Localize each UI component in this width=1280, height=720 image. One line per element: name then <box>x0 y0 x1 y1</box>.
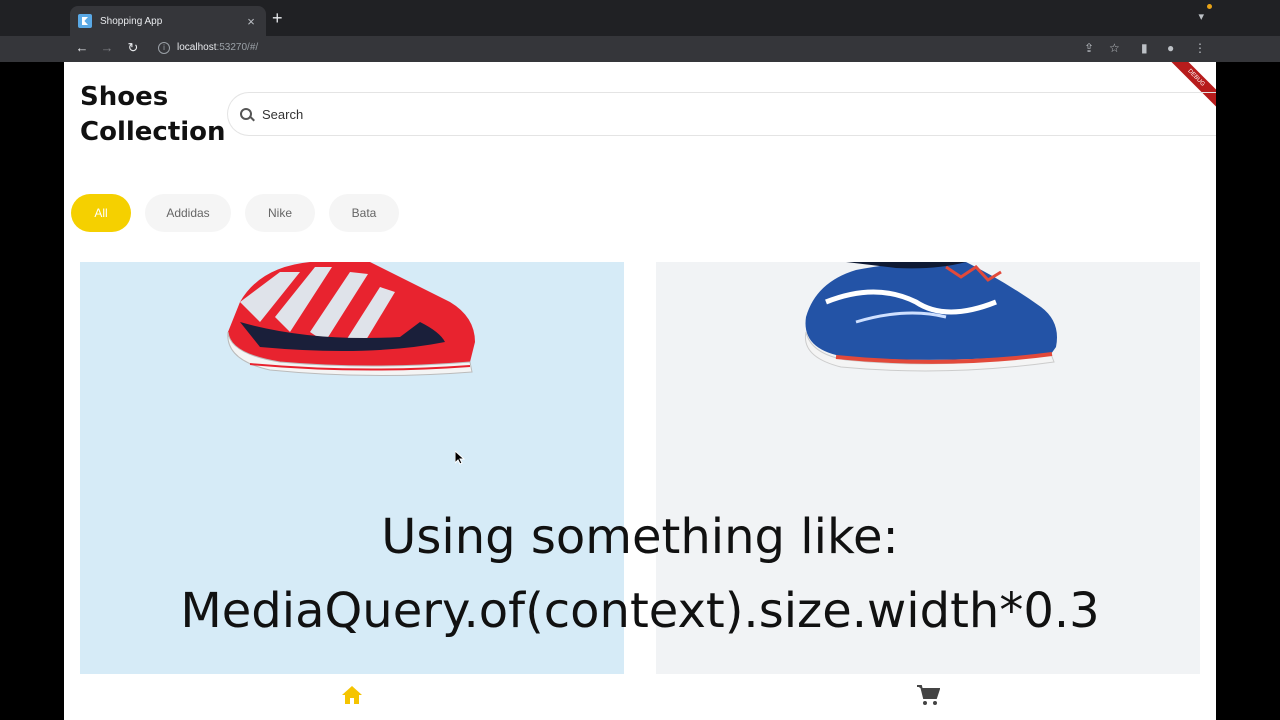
site-info-icon[interactable]: i <box>158 42 170 54</box>
blue-shoe-image <box>804 262 1057 372</box>
search-bar[interactable] <box>227 92 1216 136</box>
browser-menu-icon[interactable]: ⋮ <box>1194 41 1206 55</box>
search-input[interactable] <box>262 106 1062 122</box>
filter-chip-nike[interactable]: Nike <box>245 194 315 232</box>
url-path: :53270/#/ <box>216 42 259 53</box>
flutter-favicon-icon <box>78 14 92 28</box>
filter-chip-bata[interactable]: Bata <box>329 194 399 232</box>
home-icon[interactable] <box>341 684 363 706</box>
tab-search-chevron-icon[interactable]: ▾ <box>1198 10 1204 23</box>
back-arrow-icon[interactable]: ← <box>69 40 95 55</box>
url-host: localhost <box>177 42 217 53</box>
filter-chip-all[interactable]: All <box>71 194 131 232</box>
address-bar[interactable]: localhost:53270/#/ <box>177 42 258 53</box>
side-panel-icon[interactable]: ▮ <box>1141 41 1148 55</box>
new-tab-button[interactable]: + <box>272 9 283 27</box>
browser-tab-bar: Shopping App × + ▾ <box>0 0 1280 36</box>
page-title: Shoes Collection <box>80 82 226 147</box>
video-caption: Using something like: MediaQuery.of(cont… <box>64 500 1216 648</box>
mouse-cursor-icon <box>455 451 465 465</box>
tab-title: Shopping App <box>100 15 163 27</box>
browser-toolbar: ← → ↻ i localhost:53270/#/ ⇪ ☆ ▮ ● ⋮ <box>0 36 1280 62</box>
browser-tab[interactable]: Shopping App × <box>70 6 266 36</box>
bookmark-star-icon[interactable]: ☆ <box>1109 41 1120 55</box>
search-icon <box>240 108 252 120</box>
reload-icon[interactable]: ↻ <box>120 40 146 56</box>
brand-filter-chips: All Addidas Nike Bata <box>71 194 399 232</box>
close-tab-icon[interactable]: × <box>244 14 258 29</box>
app-viewport: DEBUG Shoes Collection All Addidas Nike … <box>64 62 1216 720</box>
cart-icon[interactable] <box>916 684 940 706</box>
red-shoe-image <box>227 262 475 377</box>
share-icon[interactable]: ⇪ <box>1084 41 1094 55</box>
forward-arrow-icon[interactable]: → <box>94 40 120 55</box>
profile-icon[interactable]: ● <box>1167 41 1174 55</box>
caption-line-2: MediaQuery.of(context).size.width*0.3 <box>180 583 1100 639</box>
caption-line-1: Using something like: <box>381 509 899 565</box>
bottom-navigation-bar <box>64 674 1216 720</box>
filter-chip-addidas[interactable]: Addidas <box>145 194 231 232</box>
update-dot-icon <box>1207 4 1212 9</box>
